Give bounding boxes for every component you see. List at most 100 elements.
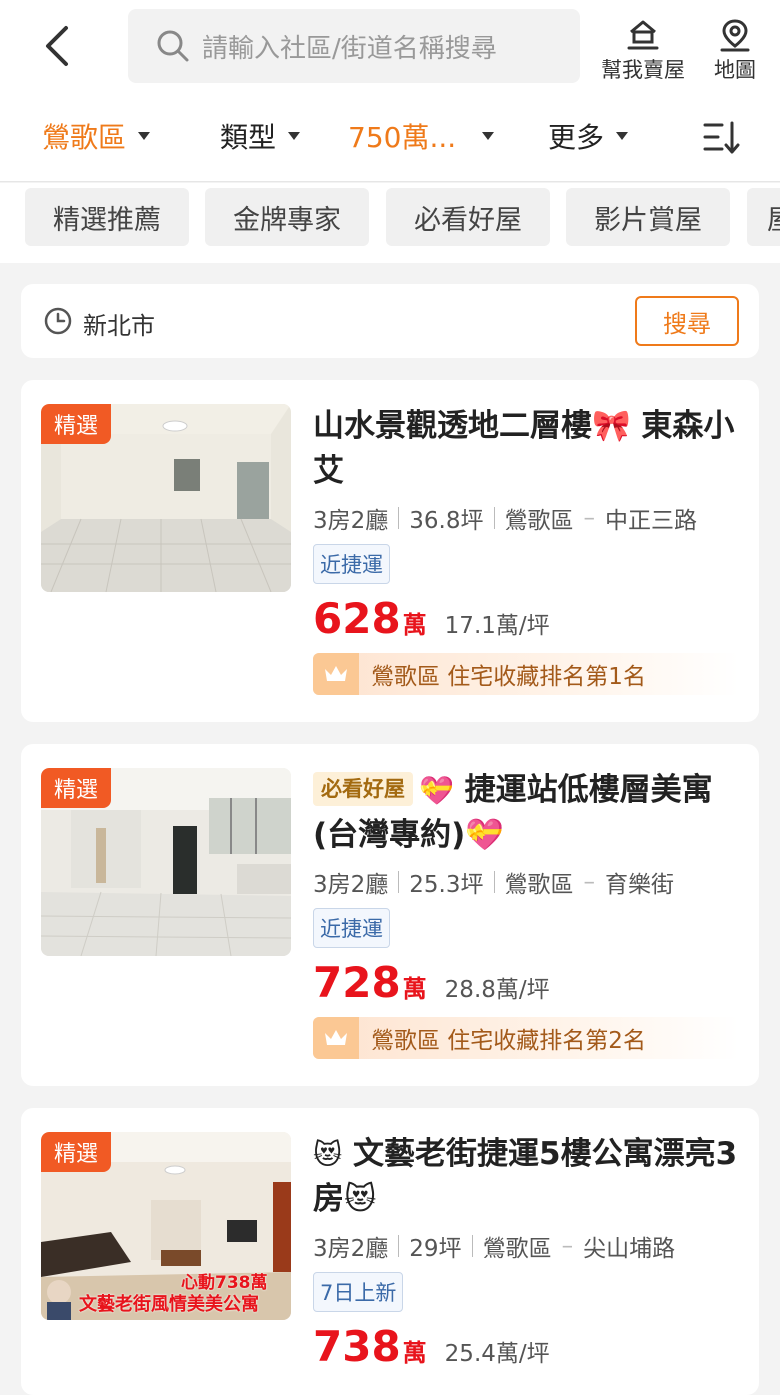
clock-icon (44, 307, 72, 335)
listing-price-unit: 萬 (402, 1339, 427, 1367)
listing-size: 29坪 (409, 1236, 462, 1262)
listing-info: 必看好屋 💝 捷運站低樓層美寓(台灣專約)💝 3房2廳 25.3坪 鶯歌區 – 育… (313, 768, 743, 1059)
chip-video[interactable]: 影片賞屋 (566, 188, 730, 246)
listing-photo: 精選 (41, 404, 291, 592)
price-row: 738 萬 25.4萬/坪 (313, 1322, 743, 1371)
listing-price: 738 (313, 1322, 401, 1371)
chip-must-see[interactable]: 必看好屋 (386, 188, 550, 246)
heart-gift-emoji: 💝 (419, 774, 454, 807)
filter-type[interactable]: 類型 (220, 116, 301, 156)
listing-photo: 精選 (41, 768, 291, 956)
divider (493, 871, 495, 893)
dash-separator: – (561, 1233, 574, 1259)
chip-partial[interactable]: 屋 (747, 188, 780, 246)
filter-district[interactable]: 鶯歌區 (42, 116, 151, 156)
listing-rooms: 3房2廳 (313, 872, 389, 898)
listing-price-unit: 萬 (402, 975, 427, 1003)
feature-tag: 近捷運 (313, 544, 390, 584)
back-button[interactable] (38, 22, 78, 70)
filter-more[interactable]: 更多 (548, 116, 629, 156)
dash-separator: – (583, 869, 596, 895)
sort-icon (703, 121, 740, 154)
listing-road: 尖山埔路 (583, 1236, 676, 1262)
thumb-overlay-caption: 文藝老街風情美美公寓 (79, 1294, 259, 1315)
listing-card[interactable]: 精選 山水景觀透地二層樓🎀 東森小艾 3房2廳 36.8坪 鶯歌區 – 中正三路… (21, 380, 759, 722)
search-icon (157, 30, 189, 62)
must-see-badge: 必看好屋 (313, 772, 413, 806)
listing-unit-price: 28.8萬/坪 (444, 977, 550, 1003)
recent-location[interactable]: 新北市 (83, 306, 155, 341)
featured-tag: 精選 (41, 404, 111, 444)
listing-title[interactable]: 山水景觀透地二層樓🎀 東森小艾 (313, 404, 743, 494)
feature-tag: 7日上新 (313, 1272, 404, 1312)
heart-eyes-cat-emoji: 😻 (313, 1138, 343, 1171)
listing-rooms: 3房2廳 (313, 1236, 389, 1262)
ranking-banner[interactable]: 鶯歌區 住宅收藏排名第1名 (313, 653, 739, 695)
listing-title[interactable]: 😻 文藝老街捷運5樓公寓漂亮3房😻 (313, 1132, 743, 1222)
listing-price: 728 (313, 958, 401, 1007)
listing-info: 😻 文藝老街捷運5樓公寓漂亮3房😻 3房2廳 29坪 鶯歌區 – 尖山埔路 7日… (313, 1132, 743, 1371)
divider (398, 507, 400, 529)
chip-featured[interactable]: 精選推薦 (25, 188, 189, 246)
filter-price-label: 750萬... (348, 121, 457, 154)
listing-district: 鶯歌區 (482, 1236, 552, 1262)
listing-district: 鶯歌區 (504, 508, 574, 534)
filter-more-label: 更多 (548, 121, 605, 154)
map-pin-icon (720, 19, 750, 52)
listing-card[interactable]: 精選 心動738萬 文藝老街風情美美公寓 😻 文藝老街捷運5樓公寓漂亮3房😻 3… (21, 1108, 759, 1395)
listing-unit-price: 17.1萬/坪 (444, 613, 550, 639)
listing-title-text: 文藝老街捷運5樓公寓漂亮3房😻 (313, 1136, 738, 1217)
ranking-text: 鶯歌區 住宅收藏排名第1名 (371, 664, 646, 690)
sell-house-label: 幫我賣屋 (601, 58, 685, 82)
ranking-banner[interactable]: 鶯歌區 住宅收藏排名第2名 (313, 1017, 739, 1059)
location-history-bar: 新北市 搜尋 (21, 284, 759, 358)
dash-separator: – (583, 505, 596, 531)
house-sell-icon (627, 20, 659, 50)
search-placeholder: 請輸入社區/街道名稱搜尋 (202, 33, 497, 64)
listing-title-text: 山水景觀透地二層樓🎀 東森小艾 (313, 408, 735, 489)
listing-road: 中正三路 (605, 508, 697, 534)
crown-icon (313, 653, 359, 695)
listing-meta: 3房2廳 25.3坪 鶯歌區 – 育樂街 (313, 866, 743, 898)
filter-bar: 鶯歌區 類型 750萬... 更多 (0, 94, 780, 182)
map-label: 地圖 (714, 58, 756, 82)
listing-size: 36.8坪 (409, 508, 484, 534)
search-input[interactable]: 請輸入社區/街道名稱搜尋 (128, 9, 580, 83)
listing-price: 628 (313, 594, 401, 643)
listing-district: 鶯歌區 (504, 872, 574, 898)
caret-down-icon (616, 132, 629, 140)
feature-tag: 近捷運 (313, 908, 390, 948)
listing-size: 25.3坪 (409, 872, 484, 898)
listing-meta: 3房2廳 29坪 鶯歌區 – 尖山埔路 (313, 1230, 743, 1262)
filter-price[interactable]: 750萬... (348, 116, 495, 156)
listing-card[interactable]: 精選 必看好屋 💝 捷運站低樓層美寓(台灣專約)💝 3房2廳 25.3坪 鶯歌區… (21, 744, 759, 1086)
divider (471, 1235, 473, 1257)
listing-unit-price: 25.4萬/坪 (444, 1341, 550, 1367)
divider (398, 871, 400, 893)
listing-meta: 3房2廳 36.8坪 鶯歌區 – 中正三路 (313, 502, 743, 534)
map-button[interactable]: 地圖 (705, 18, 765, 84)
featured-tag: 精選 (41, 1132, 111, 1172)
price-row: 628 萬 17.1萬/坪 (313, 594, 743, 643)
listing-photo: 精選 心動738萬 文藝老街風情美美公寓 (41, 1132, 291, 1320)
price-row: 728 萬 28.8萬/坪 (313, 958, 743, 1007)
filter-district-label: 鶯歌區 (42, 121, 127, 154)
sort-button[interactable] (702, 120, 742, 160)
filter-type-label: 類型 (220, 121, 277, 154)
chip-gold-expert[interactable]: 金牌專家 (205, 188, 369, 246)
divider (398, 1235, 400, 1257)
crown-icon (313, 1017, 359, 1059)
chevron-left-icon (46, 26, 68, 66)
listing-road: 育樂街 (605, 872, 674, 898)
ranking-text: 鶯歌區 住宅收藏排名第2名 (371, 1028, 646, 1054)
caret-down-icon (482, 132, 495, 140)
quick-filter-chips: 精選推薦 金牌專家 必看好屋 影片賞屋 屋 (0, 183, 780, 263)
sell-house-button[interactable]: 幫我賣屋 (597, 18, 689, 84)
listing-title[interactable]: 必看好屋 💝 捷運站低樓層美寓(台灣專約)💝 (313, 768, 743, 858)
location-search-button[interactable]: 搜尋 (635, 296, 739, 346)
listing-info: 山水景觀透地二層樓🎀 東森小艾 3房2廳 36.8坪 鶯歌區 – 中正三路 近捷… (313, 404, 743, 695)
caret-down-icon (138, 132, 151, 140)
top-bar: 請輸入社區/街道名稱搜尋 幫我賣屋 地圖 (0, 0, 780, 94)
listing-price-unit: 萬 (402, 611, 427, 639)
listing-rooms: 3房2廳 (313, 508, 389, 534)
